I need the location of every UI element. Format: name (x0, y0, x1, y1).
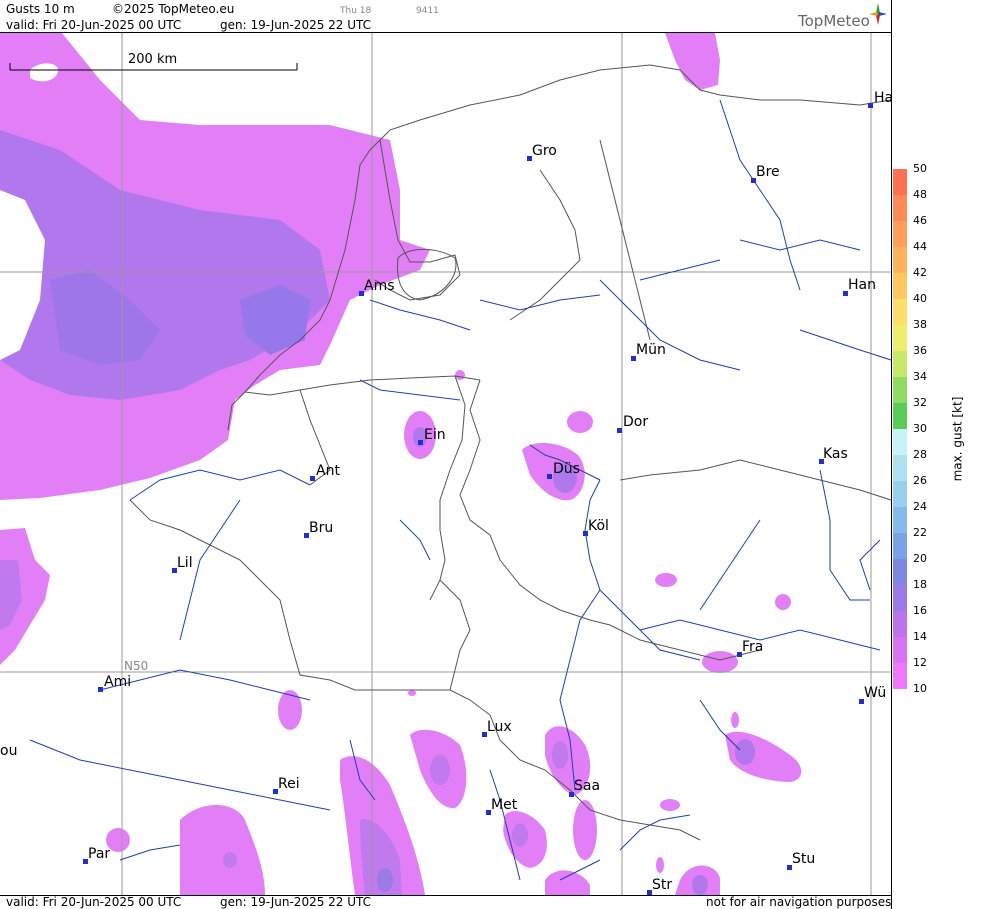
colorbar-segment (893, 455, 907, 481)
city-marker (418, 440, 423, 445)
city-label: ou (0, 743, 18, 759)
city-marker (617, 428, 622, 433)
colorbar-segment (893, 273, 907, 299)
valid-time: valid: Fri 20-Jun-2025 00 UTC (6, 18, 182, 32)
city-label: Wü (864, 685, 887, 701)
colorbar-tick-label: 46 (913, 214, 927, 227)
gust-area-south (180, 805, 265, 895)
map-graphics (0, 33, 891, 895)
colorbar-segment (893, 507, 907, 533)
colorbar-segment (893, 611, 907, 637)
colorbar-segment (893, 403, 907, 429)
gust-map: 200 km N50 Ha Gro Bre Ams Han Mün Dor Ei… (0, 33, 891, 895)
footer-generation-time: gen: 19-Jun-2025 22 UTC (220, 895, 372, 909)
city-label: Düs (553, 461, 580, 477)
colorbar-tick-label: 50 (913, 162, 927, 175)
colorbar-segment (893, 377, 907, 403)
latitude-label: N50 (124, 659, 149, 673)
colorbar-tick-label: 26 (913, 474, 927, 487)
city-label: Stu (792, 851, 816, 867)
city-label: Str (652, 877, 673, 893)
colorbar-segment (893, 299, 907, 325)
city-label: Ant (316, 463, 340, 479)
city-label: Köl (588, 518, 609, 534)
colorbar-segment (893, 637, 907, 663)
colorbar-segment (893, 585, 907, 611)
footer-valid-time: valid: Fri 20-Jun-2025 00 UTC (6, 895, 182, 909)
colorbar-tick-label: 24 (913, 500, 927, 513)
colorbar-segment (893, 559, 907, 585)
colorbar-tick-label: 44 (913, 240, 927, 253)
map-title: Gusts 10 m (6, 2, 75, 16)
city-label: Rei (278, 776, 300, 792)
colorbar-tick-label: 36 (913, 344, 927, 357)
colorbar-segment (893, 429, 907, 455)
city-label: Kas (823, 446, 848, 462)
colorbar-tick-label: 12 (913, 656, 927, 669)
day-tag: Thu 18 (340, 6, 372, 16)
colorbar-tick-label: 14 (913, 630, 927, 643)
city-marker (547, 474, 552, 479)
city-marker (98, 687, 103, 692)
product-code: 9411 (416, 6, 439, 16)
gust-area-frankfurt (702, 651, 738, 673)
city-label: Lil (177, 555, 193, 571)
city-label: Mün (636, 342, 666, 358)
disclaimer-text: not for air navigation purposes (706, 895, 892, 909)
city-label: Ha (874, 90, 891, 106)
copyright-text: ©2025 TopMeteo.eu (112, 2, 235, 16)
colorbar-tick-label: 42 (913, 266, 927, 279)
city-label: Ein (424, 427, 446, 443)
colorbar-segment (893, 351, 907, 377)
city-label: Dor (623, 414, 649, 430)
colorbar-tick-label: 34 (913, 370, 927, 383)
city-label: Han (848, 277, 876, 293)
city-label: Met (491, 797, 518, 813)
generation-time: gen: 19-Jun-2025 22 UTC (220, 18, 372, 32)
city-label: Bre (756, 164, 780, 180)
city-label: Ams (364, 278, 395, 294)
colorbar-tick-label: 32 (913, 396, 927, 409)
city-label: Saa (574, 778, 601, 794)
city-label: Ami (104, 674, 132, 690)
colorbar-tick-label: 28 (913, 448, 927, 461)
city-label: Gro (532, 143, 557, 159)
city-marker (310, 476, 315, 481)
colorbar-tick-label: 40 (913, 292, 927, 305)
city-label: Lux (487, 719, 512, 735)
gust-area-northeast (665, 33, 720, 90)
scale-bar-label: 200 km (128, 52, 178, 67)
compass-rose-icon (869, 3, 887, 25)
colorbar-segment (893, 325, 907, 351)
colorbar-segment (893, 533, 907, 559)
colorbar-segment (893, 663, 907, 689)
city-label: Bru (309, 520, 334, 536)
colorbar-tick-label: 16 (913, 604, 927, 617)
colorbar-tick-label: 48 (913, 188, 927, 201)
colorbar-tick-label: 18 (913, 578, 927, 591)
colorbar-tick-label: 10 (913, 682, 927, 695)
colorbar-tick-label: 38 (913, 318, 927, 331)
topmeteo-logo: TopMeteo (798, 12, 870, 30)
city-label: Par (88, 846, 111, 862)
colorbar-segment (893, 221, 907, 247)
colorbar-tick-label: 22 (913, 526, 927, 539)
map-frame-top (0, 32, 892, 33)
colorbar-segment (893, 247, 907, 273)
city-marker (868, 103, 873, 108)
colorbar-segment (893, 169, 907, 195)
colorbar-segment (893, 481, 907, 507)
map-frame-right (891, 0, 892, 909)
city-label: Fra (742, 639, 764, 655)
colorbar-tick-label: 20 (913, 552, 927, 565)
colorbar-segment (893, 195, 907, 221)
colorbar-title: max. gust [kt] (950, 396, 965, 482)
colorbar-tick-label: 30 (913, 422, 927, 435)
